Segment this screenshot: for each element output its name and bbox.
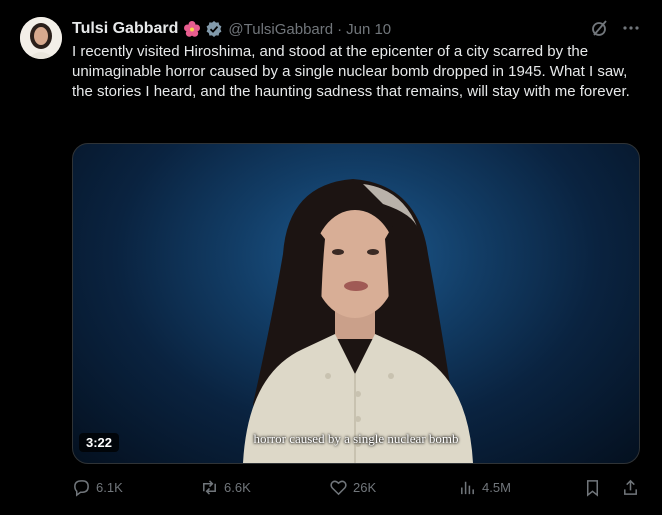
share-icon [624,479,637,495]
views-icon [461,481,474,495]
tweet[interactable]: Tulsi Gabbard @TulsiGabbard · Jun 10 I r… [0,0,662,515]
like-button[interactable]: 26K [329,478,376,497]
separator-dot: · [337,20,343,38]
reply-icon [74,480,89,497]
like-count: 26K [353,480,377,495]
top-right-icons [590,18,640,38]
reply-button[interactable]: 6.1K [72,478,123,497]
grok-icon[interactable] [590,18,610,38]
author-handle[interactable]: @TulsiGabbard [228,21,333,38]
views-button[interactable]: 4.5M [458,478,511,497]
tweet-header: Tulsi Gabbard @TulsiGabbard · Jun 10 [72,19,391,39]
bookmark-icon [586,480,599,497]
avatar[interactable] [20,17,62,59]
tweet-text: I recently visited Hiroshima, and stood … [72,43,630,100]
verified-badge-icon[interactable] [205,20,223,38]
share-button[interactable] [621,478,645,497]
bookmark-button[interactable] [583,478,607,497]
video-player[interactable]: 3:22 horror caused by a single nuclear b… [72,143,640,464]
video-subtitle: horror caused by a single nuclear bomb [253,431,459,446]
author-name[interactable]: Tulsi Gabbard [72,20,178,38]
reply-count: 6.1K [96,480,123,495]
repost-button[interactable]: 6.6K [200,478,251,497]
more-icon[interactable] [622,19,640,37]
flower-emoji-icon [184,21,201,37]
video-frame-image [243,179,473,463]
repost-count: 6.6K [224,480,251,495]
like-icon [330,480,347,496]
view-count: 4.5M [482,480,511,495]
post-date[interactable]: Jun 10 [346,21,391,38]
action-bar: 6.1K 6.6K 26K 4.5M [72,478,644,500]
repost-icon [203,480,216,495]
